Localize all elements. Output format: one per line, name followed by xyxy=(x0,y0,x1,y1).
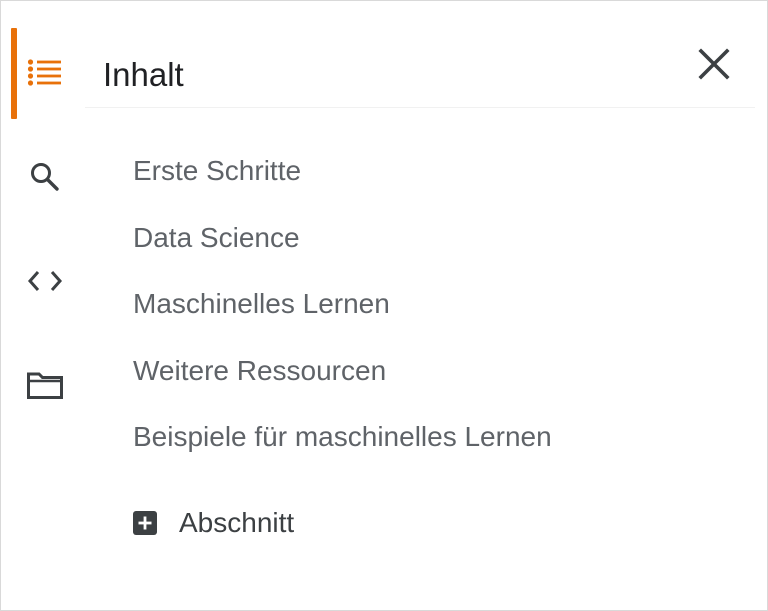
add-section-button[interactable]: Abschnitt xyxy=(133,501,294,545)
code-snippets-button[interactable] xyxy=(23,259,67,303)
add-box-icon xyxy=(133,511,157,535)
toc-item-erste-schritte[interactable]: Erste Schritte xyxy=(133,149,552,216)
toc-list-icon xyxy=(27,59,61,86)
panel-title: Inhalt xyxy=(103,56,184,93)
files-button[interactable] xyxy=(23,363,67,407)
toc-item-maschinelles-lernen[interactable]: Maschinelles Lernen xyxy=(133,282,552,349)
toc-item-data-science[interactable]: Data Science xyxy=(133,216,552,283)
toc-item-weitere-ressourcen[interactable]: Weitere Ressourcen xyxy=(133,349,552,416)
toc-list: Erste Schritte Data Science Maschinelles… xyxy=(133,149,552,482)
folder-icon xyxy=(27,372,63,399)
code-icon xyxy=(27,271,63,291)
search-icon xyxy=(31,163,59,191)
close-icon xyxy=(698,48,730,80)
side-toolbar xyxy=(1,1,85,610)
header-divider xyxy=(85,107,755,108)
close-button[interactable] xyxy=(691,41,737,87)
search-button[interactable] xyxy=(23,155,67,199)
add-section-label: Abschnitt xyxy=(179,507,295,538)
toc-button[interactable] xyxy=(23,51,67,95)
toc-item-beispiele[interactable]: Beispiele für maschinelles Lernen xyxy=(133,415,552,482)
active-indicator xyxy=(11,28,17,119)
table-of-contents-panel: Inhalt Erste Schritte Data Science Masch… xyxy=(0,0,768,611)
